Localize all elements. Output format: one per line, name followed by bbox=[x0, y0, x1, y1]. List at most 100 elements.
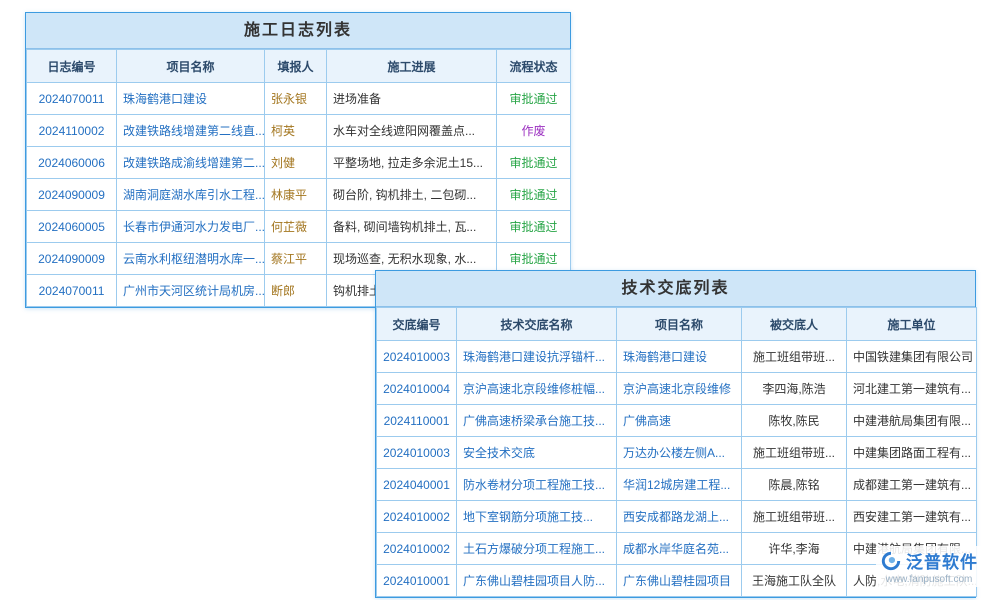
project-name-link[interactable]: 珠海鹤港口建设 bbox=[117, 83, 265, 115]
disclosed-person-text: 施工班组带班... bbox=[742, 501, 847, 533]
project-name-link[interactable]: 万达办公楼左侧A... bbox=[617, 437, 742, 469]
reporter-name: 何芷薇 bbox=[265, 211, 327, 243]
project-name-link[interactable]: 云南水利枢纽潜明水库一... bbox=[117, 243, 265, 275]
disclosed-person-text: 许华,李海 bbox=[742, 533, 847, 565]
table-row: 2024060006改建铁路成渝线增建第二...刘健平整场地, 拉走多余泥土15… bbox=[27, 147, 571, 179]
construction-unit-text: 河北建工第一建筑有... bbox=[847, 373, 977, 405]
log-table-header-row: 日志编号 项目名称 填报人 施工进展 流程状态 bbox=[27, 50, 571, 83]
project-name-link[interactable]: 西安成都路龙湖上... bbox=[617, 501, 742, 533]
reporter-name: 断郎 bbox=[265, 275, 327, 307]
col-status: 流程状态 bbox=[497, 50, 571, 83]
watermark-url: www.fanpusoft.com bbox=[880, 574, 978, 585]
reporter-name: 张永银 bbox=[265, 83, 327, 115]
project-name-link[interactable]: 广东佛山碧桂园项目 bbox=[617, 565, 742, 597]
project-name-link[interactable]: 改建铁路成渝线增建第二... bbox=[117, 147, 265, 179]
log-id-link[interactable]: 2024110002 bbox=[27, 115, 117, 147]
col-disclosed-person: 被交底人 bbox=[742, 308, 847, 341]
table-row: 2024010003珠海鹤港口建设抗浮锚杆...珠海鹤港口建设施工班组带班...… bbox=[377, 341, 977, 373]
col-disclosure-name: 技术交底名称 bbox=[457, 308, 617, 341]
disclosed-person-text: 陈牧,陈民 bbox=[742, 405, 847, 437]
disclosed-person-text: 王海施工队全队 bbox=[742, 565, 847, 597]
project-name-link[interactable]: 湖南洞庭湖水库引水工程... bbox=[117, 179, 265, 211]
disclosed-person-text: 陈晨,陈铭 bbox=[742, 469, 847, 501]
log-id-link[interactable]: 2024070011 bbox=[27, 275, 117, 307]
disclosure-name-link[interactable]: 京沪高速北京段维修桩幅... bbox=[457, 373, 617, 405]
table-row: 2024090009湖南洞庭湖水库引水工程...林康平砌台阶, 钩机排土, 二包… bbox=[27, 179, 571, 211]
construction-unit-text: 中国铁建集团有限公司 bbox=[847, 341, 977, 373]
reporter-name: 林康平 bbox=[265, 179, 327, 211]
disclosure-id-link[interactable]: 2024010001 bbox=[377, 565, 457, 597]
disclosure-id-link[interactable]: 2024010004 bbox=[377, 373, 457, 405]
log-table-title: 施工日志列表 bbox=[26, 13, 570, 49]
progress-text: 备料, 砌间墙钩机排土, 瓦... bbox=[327, 211, 497, 243]
fanpu-logo-icon bbox=[880, 550, 902, 572]
log-id-link[interactable]: 2024060006 bbox=[27, 147, 117, 179]
construction-unit-text: 中建集团路面工程有... bbox=[847, 437, 977, 469]
status-badge: 审批通过 bbox=[497, 179, 571, 211]
col-progress: 施工进展 bbox=[327, 50, 497, 83]
disclosure-id-link[interactable]: 2024040001 bbox=[377, 469, 457, 501]
disclosure-name-link[interactable]: 广佛高速桥梁承台施工技... bbox=[457, 405, 617, 437]
progress-text: 砌台阶, 钩机排土, 二包砌... bbox=[327, 179, 497, 211]
construction-log-panel: 施工日志列表 日志编号 项目名称 填报人 施工进展 流程状态 202407001… bbox=[25, 12, 571, 308]
disclosure-table-header-row: 交底编号 技术交底名称 项目名称 被交底人 施工单位 bbox=[377, 308, 977, 341]
col-project-name: 项目名称 bbox=[117, 50, 265, 83]
project-name-link[interactable]: 广佛高速 bbox=[617, 405, 742, 437]
table-row: 2024010004京沪高速北京段维修桩幅...京沪高速北京段维修李四海,陈浩河… bbox=[377, 373, 977, 405]
project-name-link[interactable]: 长春市伊通河水力发电厂... bbox=[117, 211, 265, 243]
disclosure-name-link[interactable]: 安全技术交底 bbox=[457, 437, 617, 469]
project-name-link[interactable]: 华润12城房建工程... bbox=[617, 469, 742, 501]
col-project-name: 项目名称 bbox=[617, 308, 742, 341]
disclosure-name-link[interactable]: 防水卷材分项工程施工技... bbox=[457, 469, 617, 501]
log-id-link[interactable]: 2024090009 bbox=[27, 179, 117, 211]
progress-text: 进场准备 bbox=[327, 83, 497, 115]
status-badge: 审批通过 bbox=[497, 83, 571, 115]
disclosure-name-link[interactable]: 土石方爆破分项工程施工... bbox=[457, 533, 617, 565]
watermark-brand-row: 泛普软件 bbox=[880, 548, 978, 573]
disclosed-person-text: 施工班组带班... bbox=[742, 341, 847, 373]
reporter-name: 柯英 bbox=[265, 115, 327, 147]
col-log-id: 日志编号 bbox=[27, 50, 117, 83]
log-id-link[interactable]: 2024090009 bbox=[27, 243, 117, 275]
status-badge: 审批通过 bbox=[497, 211, 571, 243]
status-badge: 审批通过 bbox=[497, 147, 571, 179]
watermark: 泛普软件 www.fanpusoft.com bbox=[876, 546, 982, 587]
log-id-link[interactable]: 2024070011 bbox=[27, 83, 117, 115]
progress-text: 水车对全线遮阳网覆盖点... bbox=[327, 115, 497, 147]
log-id-link[interactable]: 2024060005 bbox=[27, 211, 117, 243]
table-row: 2024040001防水卷材分项工程施工技...华润12城房建工程...陈晨,陈… bbox=[377, 469, 977, 501]
table-row: 2024060005长春市伊通河水力发电厂...何芷薇备料, 砌间墙钩机排土, … bbox=[27, 211, 571, 243]
disclosure-id-link[interactable]: 2024010002 bbox=[377, 533, 457, 565]
disclosure-name-link[interactable]: 地下室钢筋分项施工技... bbox=[457, 501, 617, 533]
disclosure-table-title: 技术交底列表 bbox=[376, 271, 975, 307]
project-name-link[interactable]: 京沪高速北京段维修 bbox=[617, 373, 742, 405]
disclosure-id-link[interactable]: 2024110001 bbox=[377, 405, 457, 437]
disclosed-person-text: 施工班组带班... bbox=[742, 437, 847, 469]
table-row: 2024070011珠海鹤港口建设张永银进场准备审批通过 bbox=[27, 83, 571, 115]
disclosure-name-link[interactable]: 广东佛山碧桂园项目人防... bbox=[457, 565, 617, 597]
project-name-link[interactable]: 广州市天河区统计局机房... bbox=[117, 275, 265, 307]
disclosure-id-link[interactable]: 2024010002 bbox=[377, 501, 457, 533]
disclosed-person-text: 李四海,陈浩 bbox=[742, 373, 847, 405]
reporter-name: 蔡江平 bbox=[265, 243, 327, 275]
construction-unit-text: 中建港航局集团有限... bbox=[847, 405, 977, 437]
table-row: 2024110002改建铁路线增建第二线直...柯英水车对全线遮阳网覆盖点...… bbox=[27, 115, 571, 147]
disclosure-id-link[interactable]: 2024010003 bbox=[377, 437, 457, 469]
table-row: 2024010002地下室钢筋分项施工技...西安成都路龙湖上...施工班组带班… bbox=[377, 501, 977, 533]
disclosure-name-link[interactable]: 珠海鹤港口建设抗浮锚杆... bbox=[457, 341, 617, 373]
reporter-name: 刘健 bbox=[265, 147, 327, 179]
project-name-link[interactable]: 改建铁路线增建第二线直... bbox=[117, 115, 265, 147]
status-badge: 作废 bbox=[497, 115, 571, 147]
col-construction-unit: 施工单位 bbox=[847, 308, 977, 341]
project-name-link[interactable]: 成都水岸华庭名苑... bbox=[617, 533, 742, 565]
table-row: 2024010003安全技术交底万达办公楼左侧A...施工班组带班...中建集团… bbox=[377, 437, 977, 469]
disclosure-id-link[interactable]: 2024010003 bbox=[377, 341, 457, 373]
construction-unit-text: 西安建工第一建筑有... bbox=[847, 501, 977, 533]
progress-text: 平整场地, 拉走多余泥土15... bbox=[327, 147, 497, 179]
table-row: 2024110001广佛高速桥梁承台施工技...广佛高速陈牧,陈民中建港航局集团… bbox=[377, 405, 977, 437]
col-reporter: 填报人 bbox=[265, 50, 327, 83]
construction-log-table: 日志编号 项目名称 填报人 施工进展 流程状态 2024070011珠海鹤港口建… bbox=[26, 49, 571, 307]
project-name-link[interactable]: 珠海鹤港口建设 bbox=[617, 341, 742, 373]
brand-name: 泛普软件 bbox=[906, 548, 978, 573]
col-disclosure-id: 交底编号 bbox=[377, 308, 457, 341]
